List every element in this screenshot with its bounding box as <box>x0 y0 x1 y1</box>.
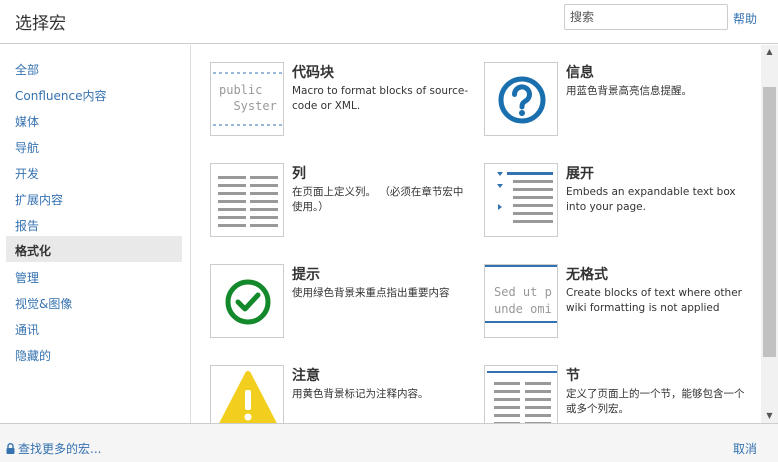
macro-column[interactable]: 列 在页面上定义列。 （必须在章节宏中使用。） <box>210 163 480 253</box>
dialog-header: 选择宏 帮助 <box>0 0 778 44</box>
macro-tip[interactable]: 提示 使用绿色背景来重点指出重要内容 <box>210 264 480 354</box>
macro-code-block[interactable]: public Syster 代码块 Macro to format blocks… <box>210 62 480 152</box>
macro-description: Create blocks of text where other wiki f… <box>566 287 742 314</box>
category-sidebar: 全部 Confluence内容 媒体 导航 开发 扩展内容 报告 格式化 管理 … <box>0 45 191 423</box>
macro-name: 提示 <box>292 267 320 283</box>
macro-grid: public Syster 代码块 Macro to format blocks… <box>192 45 760 423</box>
code-line: Syster <box>219 99 277 113</box>
scrollbar-thumb[interactable] <box>763 87 776 357</box>
cancel-button[interactable]: 取消 <box>733 440 757 457</box>
macro-note[interactable]: 注意 用黄色背景标记为注释内容。 <box>210 365 480 423</box>
macro-browser-dialog: 选择宏 帮助 全部 Confluence内容 媒体 导航 开发 扩展内容 报告 … <box>0 0 778 462</box>
lock-icon <box>6 443 15 454</box>
scroll-down-arrow-icon[interactable]: ▼ <box>761 409 778 423</box>
find-more-label: 查找更多的宏... <box>18 442 102 456</box>
category-media[interactable]: 媒体 <box>6 107 182 133</box>
macro-name: 展开 <box>566 166 594 182</box>
category-visuals-images[interactable]: 视觉&图像 <box>6 289 182 315</box>
macro-name: 无格式 <box>566 267 608 283</box>
section-icon <box>484 365 558 423</box>
noformat-icon: Sed ut p unde omi <box>484 264 558 338</box>
category-external-content[interactable]: 扩展内容 <box>6 185 182 211</box>
scroll-up-arrow-icon[interactable]: ▲ <box>761 45 778 59</box>
macro-name: 代码块 <box>292 65 334 81</box>
category-all[interactable]: 全部 <box>6 55 182 81</box>
macro-section[interactable]: 节 定义了页面上的一个节，能够包含一个或多个列宏。 <box>484 365 754 423</box>
macro-name: 信息 <box>566 65 594 81</box>
vertical-scrollbar[interactable]: ▲ ▼ <box>761 45 778 423</box>
macro-description: 定义了页面上的一个节，能够包含一个或多个列宏。 <box>566 388 745 415</box>
column-icon <box>210 163 284 237</box>
category-hidden[interactable]: 隐藏的 <box>6 341 182 367</box>
macro-expand[interactable]: 展开 Embeds an expandable text box into yo… <box>484 163 754 253</box>
category-admin[interactable]: 管理 <box>6 263 182 289</box>
macro-noformat[interactable]: Sed ut p unde omi 无格式 Create blocks of t… <box>484 264 754 354</box>
macro-description: Embeds an expandable text box into your … <box>566 186 736 213</box>
find-more-macros-link[interactable]: 查找更多的宏... <box>6 440 101 457</box>
macro-description: Macro to format blocks of source-code or… <box>292 85 469 112</box>
category-navigation[interactable]: 导航 <box>6 133 182 159</box>
macro-name: 注意 <box>292 368 320 384</box>
info-question-icon <box>484 62 558 136</box>
category-formatting[interactable]: 格式化 <box>6 236 182 262</box>
search-input[interactable] <box>564 4 728 30</box>
macro-description: 使用绿色背景来重点指出重要内容 <box>292 287 450 299</box>
macro-description: 在页面上定义列。 （必须在章节宏中使用。） <box>292 186 464 213</box>
code-block-icon: public Syster <box>210 62 284 136</box>
category-communication[interactable]: 通讯 <box>6 315 182 341</box>
help-link[interactable]: 帮助 <box>733 10 757 27</box>
macro-description: 用黄色背景标记为注释内容。 <box>292 388 429 400</box>
category-reporting[interactable]: 报告 <box>6 211 182 237</box>
code-line: public <box>219 83 262 97</box>
category-development[interactable]: 开发 <box>6 159 182 185</box>
code-line: Sed ut p <box>494 285 552 299</box>
macro-description: 用蓝色背景高亮信息提醒。 <box>566 85 692 97</box>
macro-info[interactable]: 信息 用蓝色背景高亮信息提醒。 <box>484 62 754 152</box>
note-warning-icon <box>210 365 284 423</box>
tip-check-icon <box>210 264 284 338</box>
macro-name: 节 <box>566 368 580 384</box>
category-confluence-content[interactable]: Confluence内容 <box>6 81 182 107</box>
dialog-footer: 查找更多的宏... 取消 <box>0 423 778 462</box>
code-line: unde omi <box>494 302 552 316</box>
dialog-title: 选择宏 <box>15 14 66 34</box>
macro-name: 列 <box>292 166 306 182</box>
expand-icon <box>484 163 558 237</box>
